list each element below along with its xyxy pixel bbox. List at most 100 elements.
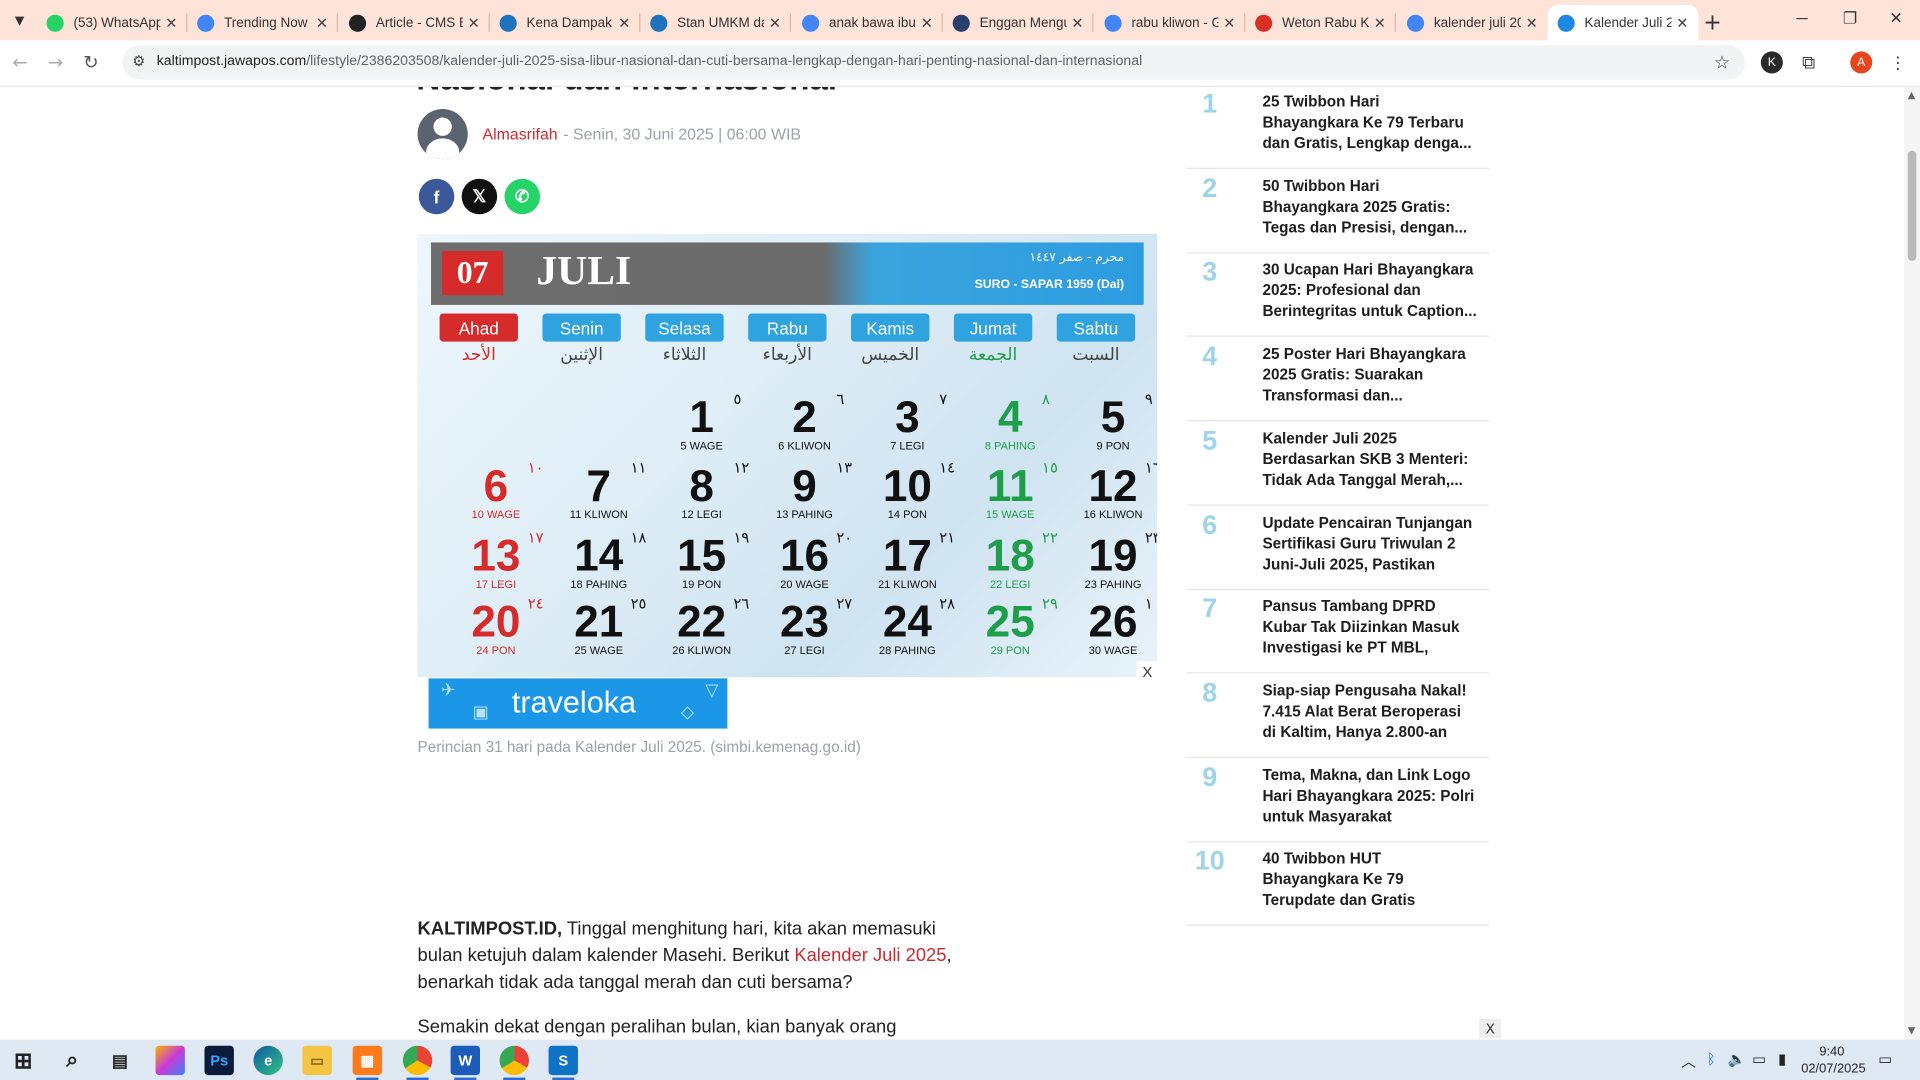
notification-icon[interactable]: ▭ bbox=[1878, 1051, 1892, 1068]
sticky-ad-close-button[interactable]: X bbox=[1479, 1018, 1502, 1039]
more-menu-icon[interactable]: ⋮ bbox=[1887, 51, 1909, 73]
whatsapp-share-icon[interactable]: ✆ bbox=[504, 178, 541, 215]
tab-search-menu-button[interactable]: ▼ bbox=[6, 7, 33, 34]
search-icon[interactable]: ⌕ bbox=[58, 1046, 87, 1075]
url-text[interactable]: kaltimpost.jawapos.com/lifestyle/2386203… bbox=[157, 54, 1142, 69]
popular-item[interactable]: 5 Kalender Juli 2025 Berdasarkan SKB 3 Me… bbox=[1186, 421, 1489, 506]
scroll-down-arrow-icon[interactable]: ▼ bbox=[1908, 1025, 1916, 1036]
tab-1[interactable]: (53) WhatsApp ✕ bbox=[37, 5, 188, 41]
tab-close-icon[interactable]: ✕ bbox=[468, 14, 480, 31]
popular-item[interactable]: 9 Tema, Makna, dan Link Logo Hari Bhayang… bbox=[1186, 757, 1489, 842]
tab-close-icon[interactable]: ✕ bbox=[921, 14, 933, 31]
popular-title-link[interactable]: 25 Poster Hari Bhayangkara 2025 Gratis: … bbox=[1262, 344, 1476, 408]
reload-button[interactable]: ↻ bbox=[83, 51, 98, 73]
tab-close-icon[interactable]: ✕ bbox=[769, 14, 781, 31]
task-view-icon[interactable]: ▤ bbox=[105, 1046, 134, 1075]
tab-11[interactable]: Kalender Juli 20✕ bbox=[1547, 4, 1699, 41]
hijri-date: ١٠ bbox=[527, 459, 544, 477]
popular-title-link[interactable]: Tema, Makna, dan Link Logo Hari Bhayangk… bbox=[1262, 765, 1476, 829]
back-button[interactable]: ← bbox=[12, 51, 27, 73]
page-scrollbar[interactable]: ▲ ▼ bbox=[1904, 86, 1920, 1040]
tab-close-icon[interactable]: ✕ bbox=[1676, 14, 1688, 31]
chrome-profile-icon[interactable] bbox=[499, 1045, 529, 1076]
popular-title-link[interactable]: Kalender Juli 2025 Berdasarkan SKB 3 Men… bbox=[1262, 428, 1476, 492]
luggage-icon: ▣ bbox=[472, 702, 489, 723]
tab-9[interactable]: Weton Rabu Kl ✕ bbox=[1245, 5, 1396, 41]
facebook-share-icon[interactable]: f bbox=[418, 178, 455, 215]
tab-favicon-icon bbox=[46, 14, 64, 32]
tab-2[interactable]: Trending Now ✕ bbox=[187, 5, 338, 41]
calendar-day-header: Jumat bbox=[953, 313, 1033, 342]
minimize-button[interactable]: ─ bbox=[1796, 9, 1807, 27]
tab-4[interactable]: Kena Dampak L✕ bbox=[490, 5, 641, 41]
calendar-day-header: Selasa bbox=[645, 313, 724, 342]
address-bar[interactable]: ⚙ kaltimpost.jawapos.com/lifestyle/23862… bbox=[122, 45, 1745, 80]
site-info-icon[interactable]: ⚙ bbox=[132, 53, 145, 70]
photoshop-icon[interactable]: Ps bbox=[204, 1045, 234, 1076]
restore-button[interactable]: ❐ bbox=[1843, 9, 1857, 29]
author-link[interactable]: Almasrifah bbox=[482, 125, 557, 143]
app-icon[interactable]: S bbox=[548, 1045, 578, 1076]
popular-item[interactable]: 10 40 Twibbon HUT Bhayangkara Ke 79 Terup… bbox=[1186, 842, 1489, 927]
x-share-icon[interactable]: 𝕏 bbox=[461, 178, 498, 215]
forward-button[interactable]: → bbox=[48, 51, 63, 73]
volume-icon[interactable]: 🔈 bbox=[1728, 1051, 1746, 1068]
popular-item[interactable]: 1 25 Twibbon Hari Bhayangkara Ke 79 Terba… bbox=[1186, 87, 1489, 169]
network-icon[interactable]: ▭ bbox=[1752, 1051, 1766, 1068]
chrome-icon[interactable] bbox=[402, 1045, 433, 1076]
popular-title-link[interactable]: 25 Twibbon Hari Bhayangkara Ke 79 Terbar… bbox=[1262, 92, 1476, 156]
tab-8[interactable]: rabu kliwon - G ✕ bbox=[1095, 5, 1246, 41]
popular-title-link[interactable]: 50 Twibbon Hari Bhayangkara 2025 Gratis:… bbox=[1262, 176, 1476, 240]
tab-close-icon[interactable]: ✕ bbox=[1071, 14, 1083, 31]
popular-rank: 1 bbox=[1202, 88, 1218, 119]
popular-title-link[interactable]: 40 Twibbon HUT Bhayangkara Ke 79 Terupda… bbox=[1262, 849, 1476, 913]
pasaran-date: 8 PAHING bbox=[984, 439, 1036, 452]
popular-title-link[interactable]: Update Pencairan Tunjangan Sertifikasi G… bbox=[1262, 512, 1476, 576]
popular-item[interactable]: 3 30 Ucapan Hari Bhayangkara 2025: Profes… bbox=[1186, 253, 1489, 338]
popular-item[interactable]: 4 25 Poster Hari Bhayangkara 2025 Gratis:… bbox=[1186, 337, 1489, 422]
tab-10[interactable]: kalender juli 20 ✕ bbox=[1397, 5, 1548, 41]
popular-title-link[interactable]: Pansus Tambang DPRD Kubar Tak Diizinkan … bbox=[1262, 597, 1476, 661]
clock[interactable]: 9:40 02/07/2025 bbox=[1801, 1043, 1865, 1077]
popular-item[interactable]: 7 Pansus Tambang DPRD Kubar Tak Diizinkan… bbox=[1186, 589, 1489, 674]
scroll-up-arrow-icon[interactable]: ▲ bbox=[1908, 89, 1916, 100]
date-number: 22 bbox=[677, 596, 727, 647]
author-avatar[interactable] bbox=[417, 108, 468, 160]
popular-item[interactable]: 8 Siap-siap Pengusaha Nakal! 7.415 Alat B… bbox=[1186, 673, 1489, 758]
popular-title-link[interactable]: Siap-siap Pengusaha Nakal! 7.415 Alat Be… bbox=[1262, 681, 1476, 745]
close-window-button[interactable]: ✕ bbox=[1889, 9, 1902, 29]
tab-7[interactable]: Enggan Mengu ✕ bbox=[943, 5, 1094, 41]
calendar-date-cell: 25 ٢٩ 29 PON bbox=[969, 595, 1072, 667]
tab-3[interactable]: Article - CMS E ✕ bbox=[339, 5, 490, 41]
bluetooth-icon[interactable]: ᛒ bbox=[1707, 1051, 1716, 1068]
scrollbar-thumb[interactable] bbox=[1907, 150, 1917, 261]
windows-start-icon[interactable]: ⊞ bbox=[9, 1046, 38, 1075]
show-hidden-icons[interactable]: ︿ bbox=[1681, 1051, 1696, 1072]
copilot-icon[interactable] bbox=[155, 1045, 185, 1076]
battery-icon[interactable]: ▮ bbox=[1778, 1051, 1786, 1068]
profile-avatar[interactable]: A bbox=[1850, 51, 1873, 74]
tab-close-icon[interactable]: ✕ bbox=[1374, 14, 1386, 31]
tab-5[interactable]: Stan UMKM da ✕ bbox=[640, 5, 792, 41]
tab-close-icon[interactable]: ✕ bbox=[165, 14, 177, 31]
tab-close-icon[interactable]: ✕ bbox=[1223, 14, 1235, 31]
extensions-puzzle-icon[interactable]: ⧉ bbox=[1798, 51, 1820, 73]
bookmark-star-icon[interactable]: ☆ bbox=[1714, 51, 1730, 73]
popular-item[interactable]: 2 50 Twibbon Hari Bhayangkara 2025 Gratis… bbox=[1186, 169, 1489, 254]
file-explorer-icon[interactable]: ▭ bbox=[302, 1045, 332, 1076]
tab-close-icon[interactable]: ✕ bbox=[618, 14, 630, 31]
tab-close-icon[interactable]: ✕ bbox=[1526, 14, 1538, 31]
popular-item[interactable]: 6 Update Pencairan Tunjangan Sertifikasi … bbox=[1186, 505, 1489, 590]
calendar-date-cell: 21 ٢٥ 25 WAGE bbox=[557, 595, 660, 667]
kalender-juli-link[interactable]: Kalender Juli 2025 bbox=[794, 945, 946, 966]
traveloka-ad-banner[interactable]: ✈ ▣ traveloka ◇ ▽ bbox=[428, 678, 728, 729]
word-icon[interactable]: W bbox=[450, 1045, 481, 1076]
tab-close-icon[interactable]: ✕ bbox=[316, 14, 328, 31]
extension-icon[interactable]: K bbox=[1760, 51, 1783, 74]
ad-close-button[interactable]: X bbox=[1136, 661, 1159, 684]
popular-title-link[interactable]: 30 Ucapan Hari Bhayangkara 2025: Profesi… bbox=[1262, 260, 1476, 324]
new-tab-button[interactable]: + bbox=[1703, 10, 1721, 36]
app-icon[interactable]: ▦ bbox=[352, 1045, 383, 1076]
tab-6[interactable]: anak bawa ibu ✕ bbox=[792, 5, 943, 41]
edge-icon[interactable]: e bbox=[253, 1045, 283, 1076]
